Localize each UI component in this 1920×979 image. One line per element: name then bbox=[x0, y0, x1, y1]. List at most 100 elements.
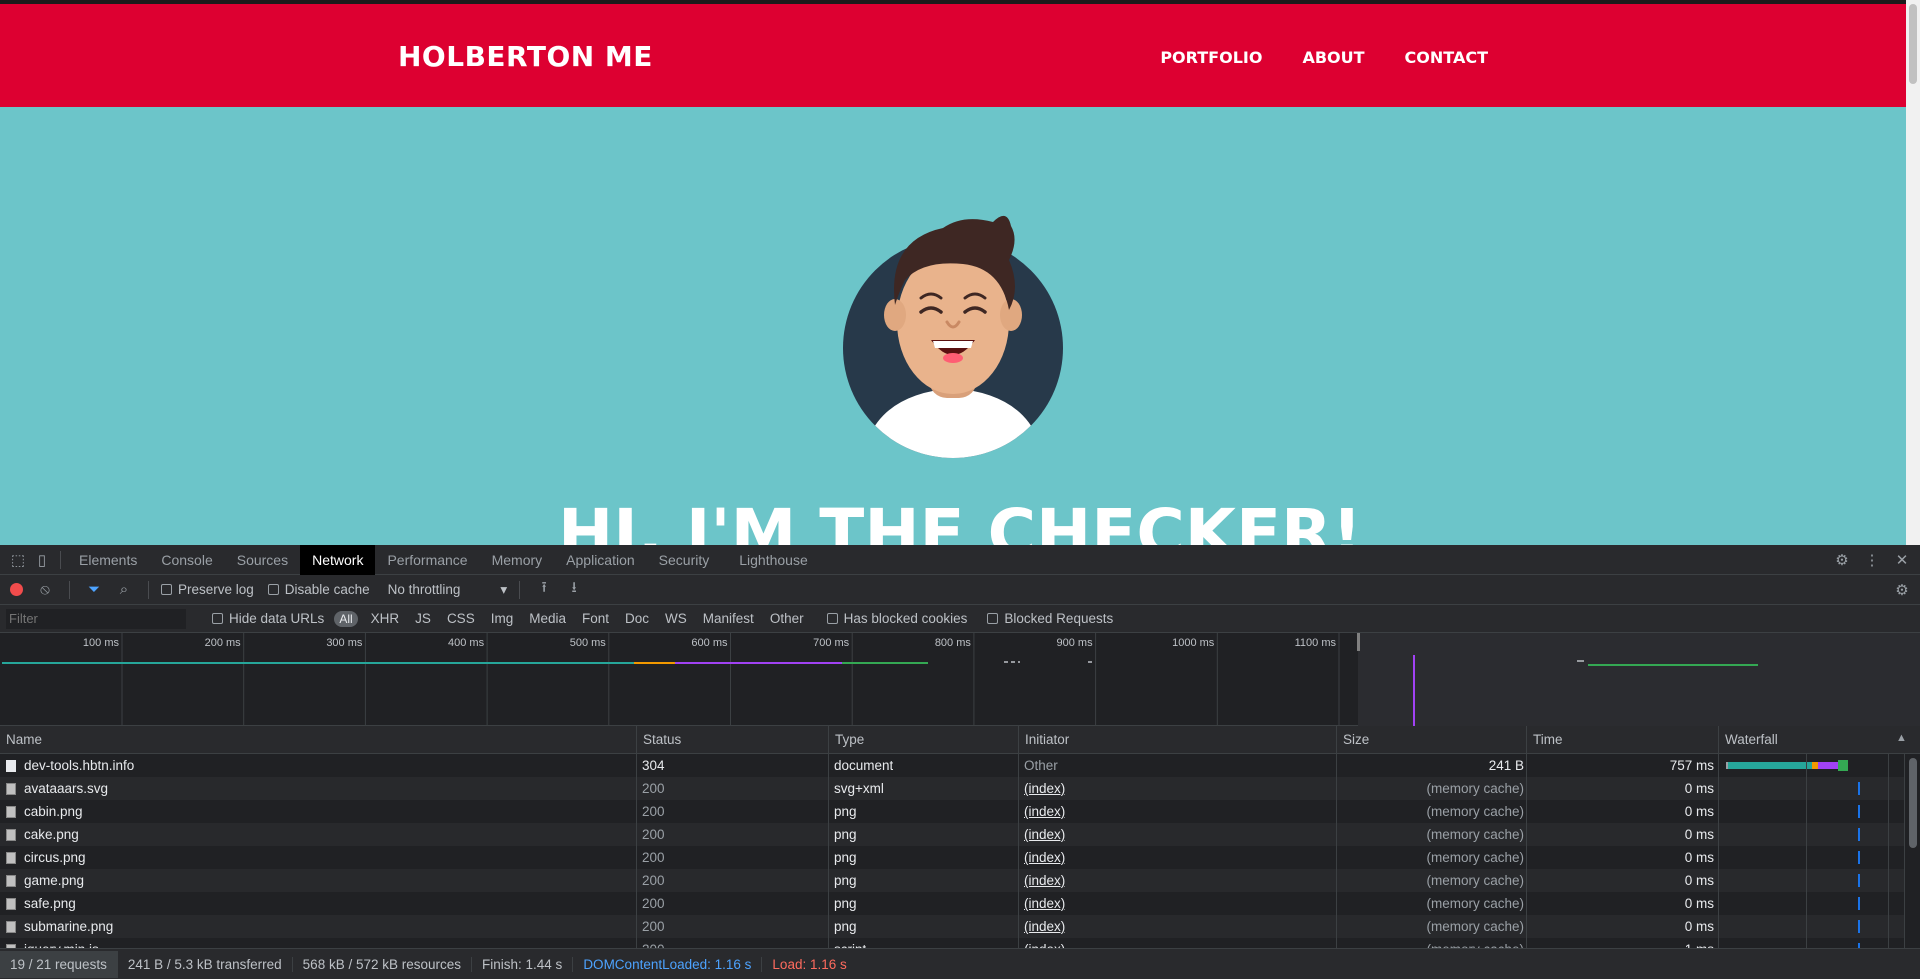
table-row[interactable]: cake.png 200 png (index) (memory cache) 0 ms bbox=[0, 823, 1904, 846]
filter-input[interactable] bbox=[6, 608, 186, 629]
inspect-element-icon[interactable]: ⬚ bbox=[6, 548, 30, 572]
export-har-icon[interactable]: ⭳ bbox=[562, 578, 586, 602]
table-row[interactable]: dev-tools.hbtn.info 304 document Other 241 B… bbox=[0, 754, 1904, 777]
blocked-requests-checkbox[interactable]: Blocked Requests bbox=[987, 611, 1113, 626]
request-initiator[interactable]: (index) bbox=[1024, 915, 1065, 938]
device-toolbar-icon[interactable]: ▯ bbox=[30, 548, 54, 572]
column-waterfall[interactable]: Waterfall bbox=[1718, 726, 1904, 754]
request-name-cell[interactable]: safe.png bbox=[6, 892, 516, 915]
filter-type-img[interactable]: Img bbox=[488, 610, 517, 627]
table-row[interactable]: submarine.png 200 png (index) (memory cache)… bbox=[0, 915, 1904, 938]
request-name-cell[interactable]: cabin.png bbox=[6, 800, 516, 823]
request-initiator[interactable]: (index) bbox=[1024, 846, 1065, 869]
has-blocked-cookies-checkbox[interactable]: Has blocked cookies bbox=[826, 611, 967, 626]
clear-icon[interactable]: ⦸ bbox=[33, 578, 57, 602]
tab-lighthouse[interactable]: Lighthouse bbox=[727, 545, 820, 575]
table-row[interactable]: avataaars.svg 200 svg+xml (index) (memory ca… bbox=[0, 777, 1904, 800]
checkbox-box[interactable] bbox=[267, 584, 279, 595]
timeline-tick-label: 400 ms bbox=[448, 637, 485, 649]
sort-ascending-icon[interactable]: ▲ bbox=[1896, 732, 1907, 744]
disable-cache-checkbox[interactable]: Disable cache bbox=[267, 582, 370, 597]
tab-application[interactable]: Application bbox=[554, 545, 647, 575]
filter-type-xhr[interactable]: XHR bbox=[368, 610, 403, 627]
filter-type-all[interactable]: All bbox=[334, 610, 358, 627]
filter-type-doc[interactable]: Doc bbox=[622, 610, 652, 627]
filter-icon[interactable]: ⏷ bbox=[82, 578, 106, 602]
request-name-cell[interactable]: game.png bbox=[6, 869, 516, 892]
column-status[interactable]: Status bbox=[636, 726, 681, 754]
table-row[interactable]: game.png 200 png (index) (memory cache) 0 ms bbox=[0, 869, 1904, 892]
close-icon[interactable]: ✕ bbox=[1890, 548, 1914, 572]
scrollbar-thumb[interactable] bbox=[1909, 758, 1917, 848]
request-initiator[interactable]: (index) bbox=[1024, 777, 1065, 800]
filter-type-media[interactable]: Media bbox=[526, 610, 569, 627]
table-row[interactable]: circus.png 200 png (index) (memory cache) 0 m… bbox=[0, 846, 1904, 869]
table-row[interactable]: safe.png 200 png (index) (memory cache) 0 ms bbox=[0, 892, 1904, 915]
throttling-select[interactable]: No throttling ▾ bbox=[388, 582, 508, 598]
column-time[interactable]: Time bbox=[1526, 726, 1563, 754]
search-icon[interactable]: ⌕ bbox=[112, 578, 136, 602]
request-waterfall bbox=[1722, 869, 1902, 892]
request-initiator[interactable]: (index) bbox=[1024, 800, 1065, 823]
more-options-icon[interactable]: ⋮ bbox=[1860, 548, 1884, 572]
image-file-icon bbox=[6, 828, 16, 841]
filter-type-font[interactable]: Font bbox=[579, 610, 612, 627]
tab-elements[interactable]: Elements bbox=[67, 545, 149, 575]
checkbox-box[interactable] bbox=[161, 584, 172, 595]
site-logo[interactable]: HOLBERTON ME bbox=[398, 40, 653, 73]
hide-data-urls-checkbox[interactable]: Hide data URLs bbox=[212, 611, 324, 626]
request-initiator[interactable]: (index) bbox=[1024, 869, 1065, 892]
column-divider bbox=[1888, 754, 1889, 954]
tab-sources[interactable]: Sources bbox=[225, 545, 300, 575]
table-row[interactable]: cabin.png 200 png (index) (memory cache) 0 ms bbox=[0, 800, 1904, 823]
filter-type-ws[interactable]: WS bbox=[662, 610, 690, 627]
checkbox-box[interactable] bbox=[987, 613, 999, 624]
tab-security[interactable]: Security bbox=[647, 545, 722, 575]
network-settings-gear-icon[interactable]: ⚙ bbox=[1890, 578, 1914, 602]
column-divider bbox=[1806, 754, 1807, 954]
request-time: 0 ms bbox=[1684, 896, 1714, 911]
column-name[interactable]: Name bbox=[0, 726, 42, 754]
request-name-cell[interactable]: cake.png bbox=[6, 823, 516, 846]
tab-performance[interactable]: Performance bbox=[375, 545, 479, 575]
tab-console[interactable]: Console bbox=[149, 545, 224, 575]
site-nav: PORTFOLIO ABOUT CONTACT bbox=[1160, 48, 1488, 67]
request-name-cell[interactable]: circus.png bbox=[6, 846, 516, 869]
page-scrollbar[interactable] bbox=[1906, 0, 1920, 545]
hero-title: HI, I'M THE CHECKER! bbox=[558, 495, 1362, 545]
nav-contact[interactable]: CONTACT bbox=[1405, 48, 1488, 67]
filter-type-js[interactable]: JS bbox=[412, 610, 434, 627]
scrollbar-thumb[interactable] bbox=[1909, 4, 1917, 84]
column-initiator[interactable]: Initiator bbox=[1018, 726, 1069, 754]
timeline-tick-label: 100 ms bbox=[83, 637, 120, 649]
filter-type-other[interactable]: Other bbox=[767, 610, 807, 627]
tab-network[interactable]: Network bbox=[300, 544, 376, 575]
filter-type-manifest[interactable]: Manifest bbox=[700, 610, 757, 627]
checkbox-box[interactable] bbox=[826, 613, 838, 624]
preserve-log-checkbox[interactable]: Preserve log bbox=[161, 582, 254, 597]
request-initiator[interactable]: (index) bbox=[1024, 823, 1065, 846]
import-har-icon[interactable]: ⭱ bbox=[532, 578, 556, 602]
request-count: 19 / 21 requests bbox=[0, 950, 118, 978]
checkbox-box[interactable] bbox=[212, 613, 223, 624]
request-time: 757 ms bbox=[1669, 758, 1714, 773]
nav-portfolio[interactable]: PORTFOLIO bbox=[1160, 48, 1262, 67]
request-name-cell[interactable]: dev-tools.hbtn.info bbox=[6, 754, 516, 777]
column-divider bbox=[1718, 754, 1719, 954]
network-overview-timeline[interactable]: 100 ms 200 ms 300 ms 400 ms 500 ms 600 ms 700 … bbox=[0, 633, 1920, 726]
settings-gear-icon[interactable]: ⚙ bbox=[1830, 548, 1854, 572]
overview-chart[interactable]: 100 ms 200 ms 300 ms 400 ms 500 ms 600 ms 700 … bbox=[0, 633, 1920, 726]
request-time: 0 ms bbox=[1684, 827, 1714, 842]
column-size[interactable]: Size bbox=[1336, 726, 1369, 754]
request-name-cell[interactable]: avataaars.svg bbox=[6, 777, 516, 800]
tab-memory[interactable]: Memory bbox=[480, 545, 555, 575]
request-name-cell[interactable]: submarine.png bbox=[6, 915, 516, 938]
network-status-bar: 19 / 21 requests 241 B / 5.3 kB transfer… bbox=[0, 948, 1920, 979]
request-initiator[interactable]: (index) bbox=[1024, 892, 1065, 915]
nav-about[interactable]: ABOUT bbox=[1302, 48, 1364, 67]
column-type[interactable]: Type bbox=[828, 726, 864, 754]
request-waterfall bbox=[1722, 892, 1902, 915]
record-button[interactable] bbox=[10, 583, 23, 596]
table-scrollbar[interactable] bbox=[1904, 754, 1920, 954]
filter-type-css[interactable]: CSS bbox=[444, 610, 478, 627]
